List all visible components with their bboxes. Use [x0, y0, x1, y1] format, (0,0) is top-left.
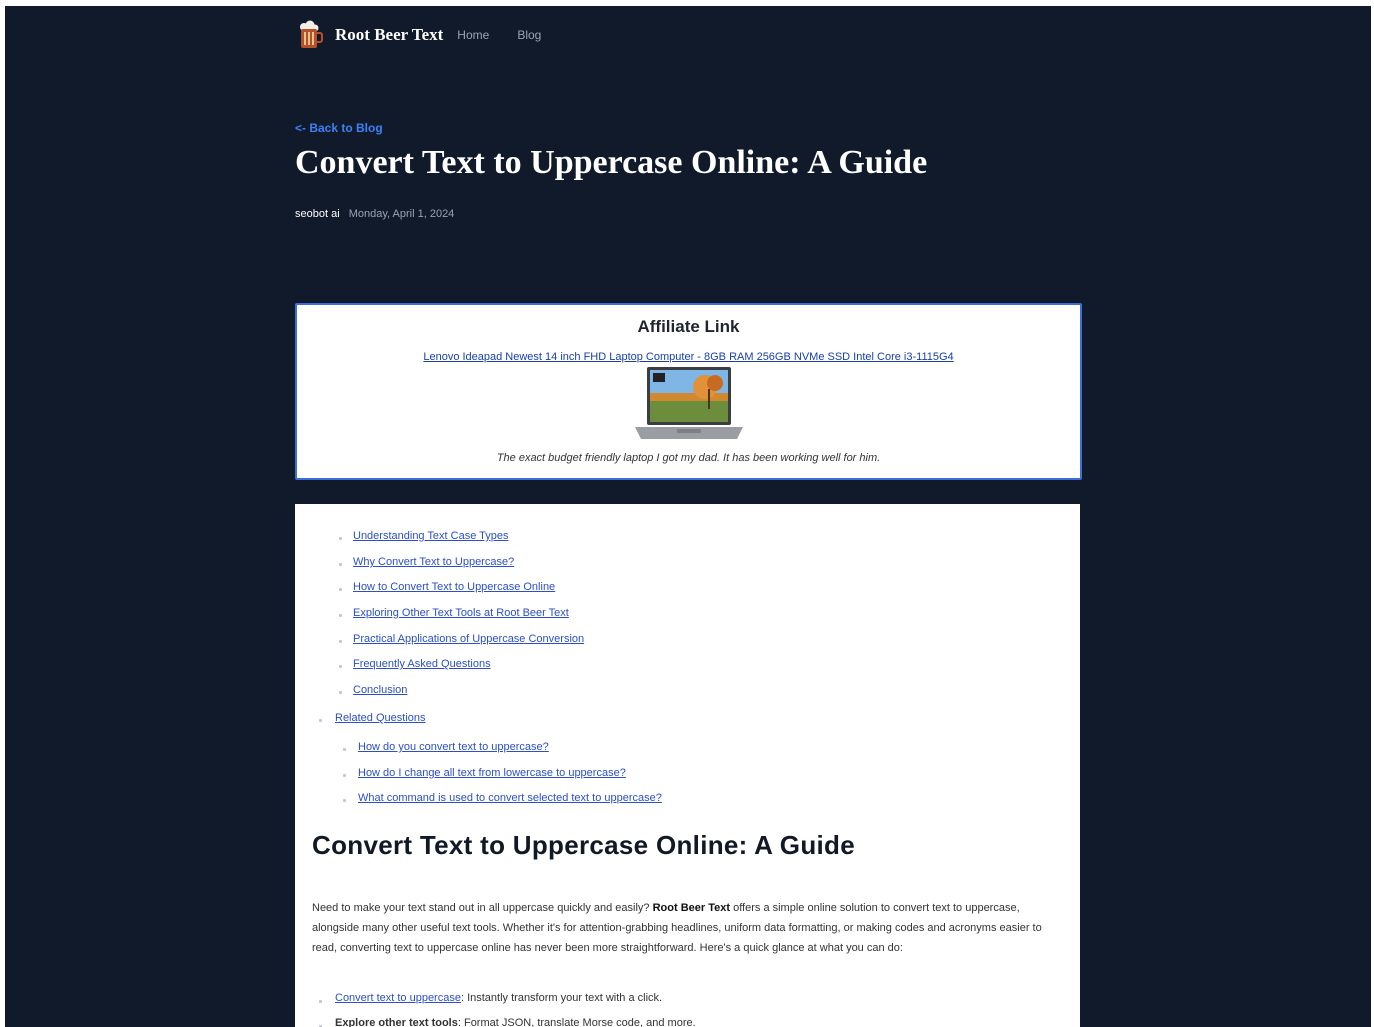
- page-background: Root Beer Text Home Blog <- Back to Blog…: [5, 6, 1371, 1027]
- toc-item[interactable]: Why Convert Text to Uppercase?: [353, 556, 514, 568]
- list-bullet: [319, 719, 322, 722]
- intro-brand-bold: Root Beer Text: [652, 902, 731, 914]
- toc-related-item[interactable]: How do I change all text from lowercase …: [358, 767, 626, 779]
- list-item-text: : Instantly transform your text with a c…: [460, 992, 663, 1004]
- affiliate-caption: The exact budget friendly laptop I got m…: [496, 452, 881, 464]
- page-title: Convert Text to Uppercase Online: A Guid…: [295, 144, 928, 181]
- list-item: Explore other text tools: Format JSON, t…: [335, 1017, 696, 1027]
- list-bullet: [343, 799, 346, 802]
- list-item-bold: Explore other text tools: [335, 1017, 458, 1027]
- nav-home-link[interactable]: Home: [457, 28, 489, 42]
- intro-text: Need to make your text stand out in all …: [312, 902, 653, 914]
- brand-name[interactable]: Root Beer Text: [335, 25, 443, 45]
- toc-related-item[interactable]: What command is used to convert selected…: [358, 792, 662, 804]
- list-bullet: [343, 774, 346, 777]
- list-bullet: [319, 1000, 322, 1003]
- toc-item[interactable]: Exploring Other Text Tools at Root Beer …: [353, 607, 569, 619]
- laptop-image[interactable]: [633, 365, 745, 443]
- list-bullet: [339, 588, 342, 591]
- list-bullet: [339, 563, 342, 566]
- nav-blog-link[interactable]: Blog: [517, 28, 541, 42]
- list-item: Convert text to uppercase: Instantly tra…: [335, 992, 662, 1004]
- affiliate-box: Affiliate Link Lenovo Ideapad Newest 14 …: [295, 303, 1082, 480]
- article-heading: Convert Text to Uppercase Online: A Guid…: [312, 830, 855, 860]
- affiliate-heading: Affiliate Link: [637, 317, 740, 336]
- toc-related-questions[interactable]: Related Questions: [335, 712, 426, 724]
- post-date: Monday, April 1, 2024: [348, 208, 455, 220]
- root-beer-mug-icon[interactable]: [295, 20, 323, 50]
- toc-item[interactable]: Frequently Asked Questions: [353, 658, 491, 670]
- toc-item[interactable]: Practical Applications of Uppercase Conv…: [353, 633, 584, 645]
- top-nav: Root Beer Text Home Blog: [295, 20, 569, 50]
- list-bullet: [343, 748, 346, 751]
- affiliate-product-link[interactable]: Lenovo Ideapad Newest 14 inch FHD Laptop…: [297, 351, 1080, 363]
- toc-related-item[interactable]: How do you convert text to uppercase?: [358, 741, 549, 753]
- list-item-text: : Format JSON, translate Morse code, and…: [457, 1017, 696, 1027]
- toc-item[interactable]: Conclusion: [353, 684, 407, 696]
- list-bullet: [339, 537, 342, 540]
- toc-item[interactable]: How to Convert Text to Uppercase Online: [353, 581, 555, 593]
- list-bullet: [339, 665, 342, 668]
- back-to-blog-link[interactable]: <- Back to Blog: [295, 121, 383, 135]
- post-author: seobot ai: [295, 208, 340, 220]
- toc-item[interactable]: Understanding Text Case Types: [353, 530, 509, 542]
- list-bullet: [339, 640, 342, 643]
- post-meta: seobot ai Monday, April 1, 2024: [295, 208, 454, 220]
- intro-paragraph: Need to make your text stand out in all …: [312, 898, 1062, 958]
- article-body: Understanding Text Case Types Why Conver…: [295, 504, 1080, 1027]
- list-bullet: [339, 614, 342, 617]
- convert-uppercase-link[interactable]: Convert text to uppercase: [335, 992, 461, 1004]
- list-bullet: [339, 691, 342, 694]
